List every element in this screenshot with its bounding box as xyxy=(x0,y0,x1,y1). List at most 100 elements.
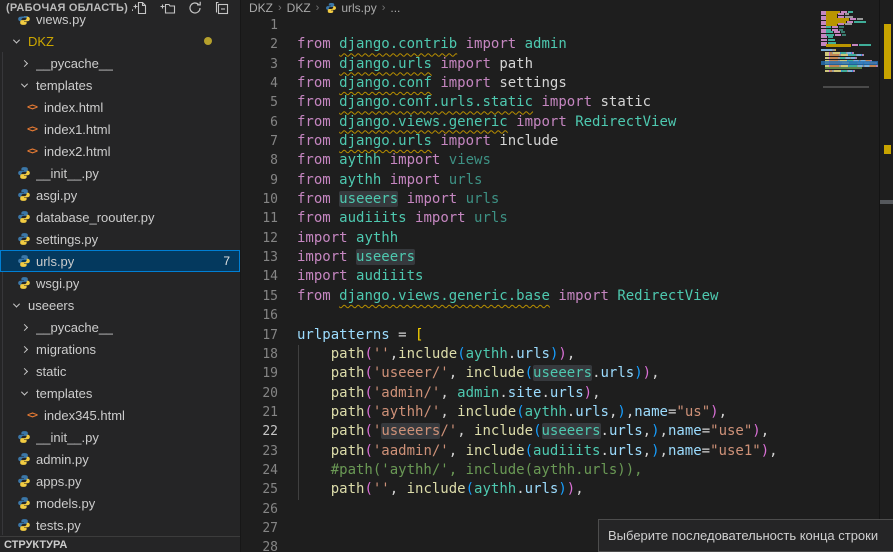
code-line-10[interactable]: 10from useeers import urls xyxy=(241,190,893,209)
tree-item-static[interactable]: static xyxy=(0,360,240,382)
line-content: from useeers import urls xyxy=(297,191,499,207)
line-number: 24 xyxy=(241,461,278,480)
tree-item-index2-html[interactable]: <>index2.html xyxy=(0,140,240,162)
code-line-20[interactable]: 20 path('admin/', admin.site.urls), xyxy=(241,384,893,403)
tree-item-tests-py[interactable]: tests.py xyxy=(0,514,240,536)
tree-item--init-py[interactable]: __init__.py xyxy=(0,162,240,184)
code-line-18[interactable]: 18 path('',include(aythh.urls)), xyxy=(241,345,893,364)
breadcrumb: DKZ›DKZ›urls.py›... xyxy=(241,0,893,16)
code-line-23[interactable]: 23 path('aadmin/', include(audiiits.urls… xyxy=(241,442,893,461)
code-line-13[interactable]: 13import useeers xyxy=(241,248,893,267)
minimap[interactable] xyxy=(821,8,878,108)
line-content: from django.urls import path xyxy=(297,56,533,72)
tree-item-wsgi-py[interactable]: wsgi.py xyxy=(0,272,240,294)
tooltip-text: Выберите последовательность конца строки xyxy=(608,528,878,543)
vscode-window: views.pyDKZ__pycache__templates<>index.h… xyxy=(0,0,893,552)
breadcrumb-item[interactable]: DKZ xyxy=(249,1,273,15)
tree-item-dkz[interactable]: DKZ xyxy=(0,30,240,52)
tree-item-index345-html[interactable]: <>index345.html xyxy=(0,404,240,426)
tree-item--pycache-[interactable]: __pycache__ xyxy=(0,52,240,74)
tree-item-migrations[interactable]: migrations xyxy=(0,338,240,360)
code-line-24[interactable]: 24 #path('aythh/', include(aythh.urls)), xyxy=(241,461,893,480)
tree-item-apps-py[interactable]: apps.py xyxy=(0,470,240,492)
tree-item-label: index2.html xyxy=(44,144,110,159)
python-file-icon xyxy=(16,473,32,489)
code-line-16[interactable]: 16 xyxy=(241,306,893,325)
ruler-warning-mark xyxy=(884,145,891,154)
line-number: 20 xyxy=(241,384,278,403)
breadcrumb-item[interactable]: urls.py xyxy=(324,1,376,15)
tree-item-label: settings.py xyxy=(36,232,98,247)
line-number: 17 xyxy=(241,326,278,345)
code-line-11[interactable]: 11from audiiits import urls xyxy=(241,209,893,228)
line-number: 26 xyxy=(241,500,278,519)
python-file-icon xyxy=(16,429,32,445)
tree-item-label: __init__.py xyxy=(36,430,99,445)
tree-item-urls-py[interactable]: urls.py7 xyxy=(0,250,240,272)
code-line-9[interactable]: 9from aythh import urls xyxy=(241,171,893,190)
line-content: path('', include(aythh.urls)), xyxy=(297,481,584,497)
tree-item-templates[interactable]: templates xyxy=(0,74,240,96)
code-line-2[interactable]: 2from django.contrib import admin xyxy=(241,35,893,54)
line-number: 12 xyxy=(241,229,278,248)
tree-item--init-py[interactable]: __init__.py xyxy=(0,426,240,448)
chevron-down-icon xyxy=(16,385,32,401)
code-line-12[interactable]: 12import aythh xyxy=(241,229,893,248)
code-line-3[interactable]: 3from django.urls import path xyxy=(241,55,893,74)
line-content: from django.urls import include xyxy=(297,133,558,149)
tree-item-useeers[interactable]: useeers xyxy=(0,294,240,316)
code-area[interactable]: 12from django.contrib import admin3from … xyxy=(241,16,893,552)
ruler-scroll-mark xyxy=(880,200,893,204)
code-line-8[interactable]: 8from aythh import views xyxy=(241,151,893,170)
tree-item-label: index1.html xyxy=(44,122,110,137)
breadcrumb-item[interactable]: DKZ xyxy=(287,1,311,15)
line-content: path('useeer/', include(useeers.urls)), xyxy=(297,365,660,381)
html-file-icon: <> xyxy=(24,121,40,137)
code-line-4[interactable]: 4from django.conf import settings xyxy=(241,74,893,93)
tree-item-asgi-py[interactable]: asgi.py xyxy=(0,184,240,206)
python-file-icon xyxy=(16,209,32,225)
line-content: from django.conf import settings xyxy=(297,75,567,91)
tree-item-admin-py[interactable]: admin.py xyxy=(0,448,240,470)
code-line-1[interactable]: 1 xyxy=(241,16,893,35)
new-file-icon[interactable] xyxy=(133,0,149,16)
tree-item-label: wsgi.py xyxy=(36,276,79,291)
code-line-5[interactable]: 5from django.conf.urls.static import sta… xyxy=(241,93,893,112)
editor-pane: DKZ›DKZ›urls.py›... 12from django.contri… xyxy=(240,0,893,552)
tree-item-label: migrations xyxy=(36,342,96,357)
line-number: 7 xyxy=(241,132,278,151)
line-number: 25 xyxy=(241,480,278,499)
tree-item-label: __init__.py xyxy=(36,166,99,181)
tree-item-label: admin.py xyxy=(36,452,89,467)
overview-ruler[interactable] xyxy=(879,0,893,552)
code-line-21[interactable]: 21 path('aythh/', include(aythh.urls,),n… xyxy=(241,403,893,422)
tree-item-templates[interactable]: templates xyxy=(0,382,240,404)
code-line-17[interactable]: 17urlpatterns = [ xyxy=(241,326,893,345)
tree-item-settings-py[interactable]: settings.py xyxy=(0,228,240,250)
refresh-icon[interactable] xyxy=(187,0,203,16)
code-line-26[interactable]: 26 xyxy=(241,500,893,519)
code-line-14[interactable]: 14import audiiits xyxy=(241,267,893,286)
tree-item-index1-html[interactable]: <> index1.html xyxy=(0,118,240,140)
line-number: 28 xyxy=(241,538,278,552)
new-folder-icon[interactable] xyxy=(160,0,176,16)
code-line-15[interactable]: 15from django.views.generic.base import … xyxy=(241,287,893,306)
code-line-6[interactable]: 6from django.views.generic import Redire… xyxy=(241,113,893,132)
python-file-icon xyxy=(16,231,32,247)
outline-section-header[interactable]: СТРУКТУРА xyxy=(0,536,240,552)
code-line-19[interactable]: 19 path('useeer/', include(useeers.urls)… xyxy=(241,364,893,383)
tree-item-database-roouter-py[interactable]: database_roouter.py xyxy=(0,206,240,228)
collapse-folders-icon[interactable] xyxy=(214,0,230,16)
tree-item-label: tests.py xyxy=(36,518,81,533)
tree-item-index-html[interactable]: <>index.html xyxy=(0,96,240,118)
code-line-7[interactable]: 7 from django.urls import include xyxy=(241,132,893,151)
tree-item--pycache-[interactable]: __pycache__ xyxy=(0,316,240,338)
code-line-25[interactable]: 25 path('', include(aythh.urls)), xyxy=(241,480,893,499)
html-file-icon: <> xyxy=(24,407,40,423)
workspace-title: (РАБОЧАЯ ОБЛАСТЬ) ... xyxy=(6,2,133,14)
tree-item-models-py[interactable]: models.py xyxy=(0,492,240,514)
chevron-down-icon xyxy=(8,33,24,49)
code-line-22[interactable]: 22 path('useeers/', include(useeers.urls… xyxy=(241,422,893,441)
line-content: from django.conf.urls.static import stat… xyxy=(297,94,651,110)
breadcrumb-item[interactable]: ... xyxy=(390,1,400,15)
